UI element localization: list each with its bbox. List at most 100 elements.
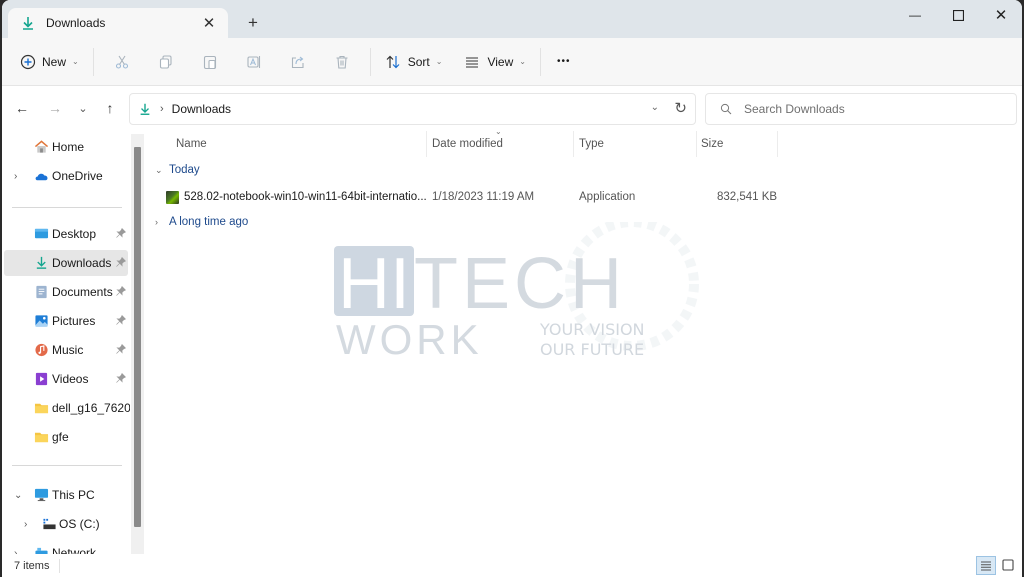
file-row[interactable]: 528.02-notebook-win10-win11-64bit-intern… <box>145 187 1022 209</box>
details-view-button[interactable] <box>976 556 996 575</box>
file-name: 528.02-notebook-win10-win11-64bit-intern… <box>184 191 427 203</box>
file-date: 1/18/2023 11:19 AM <box>432 191 535 203</box>
sidebar-item-label: Music <box>52 343 84 357</box>
chevron-right-icon: › <box>155 217 158 227</box>
home-icon <box>34 140 49 153</box>
documents-icon <box>36 285 47 299</box>
sidebar-item-dell-g16-7620[interactable]: dell_g16_7620 <box>4 395 130 421</box>
cut-button[interactable] <box>100 46 144 78</box>
column-header-size[interactable]: Size <box>701 129 723 159</box>
copy-button[interactable] <box>144 46 188 78</box>
chevron-right-icon[interactable]: › <box>14 171 17 182</box>
column-divider[interactable] <box>426 131 427 157</box>
sidebar-divider <box>12 465 122 466</box>
share-button[interactable] <box>276 46 320 78</box>
view-label: View <box>487 54 514 69</box>
sidebar-scrollbar-thumb[interactable] <box>134 147 141 527</box>
sort-button[interactable]: Sort ⌄ <box>377 46 451 78</box>
close-tab-icon[interactable]: ✕ <box>198 12 220 34</box>
recent-locations-button[interactable]: ⌄ <box>72 97 94 119</box>
more-options-button[interactable]: ••• <box>547 46 581 78</box>
share-icon <box>291 56 304 68</box>
rename-icon <box>247 55 260 68</box>
sidebar-item-downloads[interactable]: Downloads <box>4 250 128 276</box>
delete-button[interactable] <box>320 46 364 78</box>
divider <box>369 47 371 76</box>
chevron-down-icon: ⌄ <box>155 164 163 175</box>
sidebar-item-desktop[interactable]: Desktop <box>4 221 128 247</box>
column-header-name[interactable]: Name <box>176 129 207 159</box>
chevron-down-icon: ⌄ <box>435 57 443 66</box>
minimize-button[interactable]: — <box>894 4 936 26</box>
sidebar-item-label: This PC <box>52 488 95 502</box>
navigation-bar: ← → ⌄ ↑ › Downloads ⌄ ↻ Search Downloads <box>2 87 1022 129</box>
pin-icon[interactable] <box>116 314 127 327</box>
sidebar-item-home[interactable]: Home <box>4 134 128 160</box>
chevron-down-icon[interactable]: ⌄ <box>14 490 22 501</box>
divider <box>59 558 61 573</box>
rename-button[interactable] <box>232 46 276 78</box>
divider <box>539 47 541 76</box>
column-header-type[interactable]: Type <box>579 129 604 159</box>
cut-icon <box>115 55 128 69</box>
pin-icon[interactable] <box>116 256 127 269</box>
column-divider[interactable] <box>777 131 778 157</box>
sidebar-item-pictures[interactable]: Pictures <box>4 308 128 334</box>
sidebar-item-onedrive[interactable]: › OneDrive <box>4 163 128 189</box>
sidebar-item-label: Downloads <box>52 256 112 270</box>
group-header-a-long-time-ago[interactable]: › A long time ago <box>155 216 248 228</box>
up-button[interactable]: ↑ <box>99 97 121 119</box>
chevron-right-icon[interactable]: › <box>24 519 27 530</box>
back-button[interactable]: ← <box>11 97 33 119</box>
column-divider[interactable] <box>696 131 697 157</box>
sort-label: Sort <box>407 54 430 69</box>
sidebar-item-label: gfe <box>52 430 69 444</box>
sidebar-item-this-pc[interactable]: ⌄ This PC <box>4 482 128 508</box>
maximize-button[interactable] <box>937 4 979 26</box>
pin-icon[interactable] <box>116 285 127 298</box>
pictures-icon <box>35 315 48 327</box>
column-header-date[interactable]: Date modified <box>432 129 503 159</box>
cloud-icon <box>35 173 48 181</box>
breadcrumb-downloads[interactable]: Downloads <box>172 102 231 116</box>
close-window-button[interactable]: ✕ <box>980 4 1022 26</box>
new-label: New <box>42 54 67 69</box>
pin-icon[interactable] <box>116 227 127 240</box>
new-tab-button[interactable]: + <box>242 12 264 34</box>
sidebar-item-music[interactable]: Music <box>4 337 128 363</box>
divider <box>92 47 94 76</box>
tiles-view-button[interactable] <box>1000 557 1016 573</box>
view-button[interactable]: View ⌄ <box>456 46 534 78</box>
delete-icon <box>336 55 348 69</box>
address-bar[interactable]: › Downloads ⌄ ↻ <box>129 93 696 125</box>
sidebar-item-label: dell_g16_7620 <box>52 401 130 415</box>
refresh-icon[interactable]: ↻ <box>674 99 687 117</box>
sidebar-item-label: Desktop <box>52 227 97 241</box>
chevron-down-icon[interactable]: ⌄ <box>651 102 659 113</box>
pin-icon[interactable] <box>116 372 127 385</box>
sidebar-item-gfe[interactable]: gfe <box>4 424 128 450</box>
nvidia-installer-icon <box>166 191 179 204</box>
pin-icon[interactable] <box>116 343 127 356</box>
title-bar: Downloads ✕ + — ✕ <box>2 0 1022 38</box>
details-view-icon <box>981 561 991 570</box>
search-input[interactable]: Search Downloads <box>744 102 845 116</box>
item-count: 7 items <box>14 559 50 572</box>
music-icon <box>35 343 48 357</box>
drive-icon <box>43 518 56 530</box>
sidebar-item-label: OneDrive <box>52 169 103 183</box>
new-button[interactable]: New ⌄ <box>12 46 87 78</box>
search-box[interactable]: Search Downloads <box>705 93 1017 125</box>
sidebar-item-videos[interactable]: Videos <box>4 366 128 392</box>
tab-downloads[interactable]: Downloads ✕ <box>8 8 228 38</box>
sidebar-item-network[interactable]: › Network <box>4 540 128 554</box>
group-header-today[interactable]: ⌄ Today <box>155 164 200 176</box>
paste-button[interactable] <box>188 46 232 78</box>
forward-button[interactable]: → <box>44 97 66 119</box>
column-divider[interactable] <box>573 131 574 157</box>
sidebar-item-os-c[interactable]: › OS (C:) <box>4 511 128 537</box>
command-bar: New ⌄ Sort ⌄ View ⌄ ••• <box>2 38 1022 86</box>
sidebar-item-documents[interactable]: Documents <box>4 279 128 305</box>
breadcrumb-separator-icon: › <box>160 103 164 115</box>
paste-icon <box>203 55 216 69</box>
